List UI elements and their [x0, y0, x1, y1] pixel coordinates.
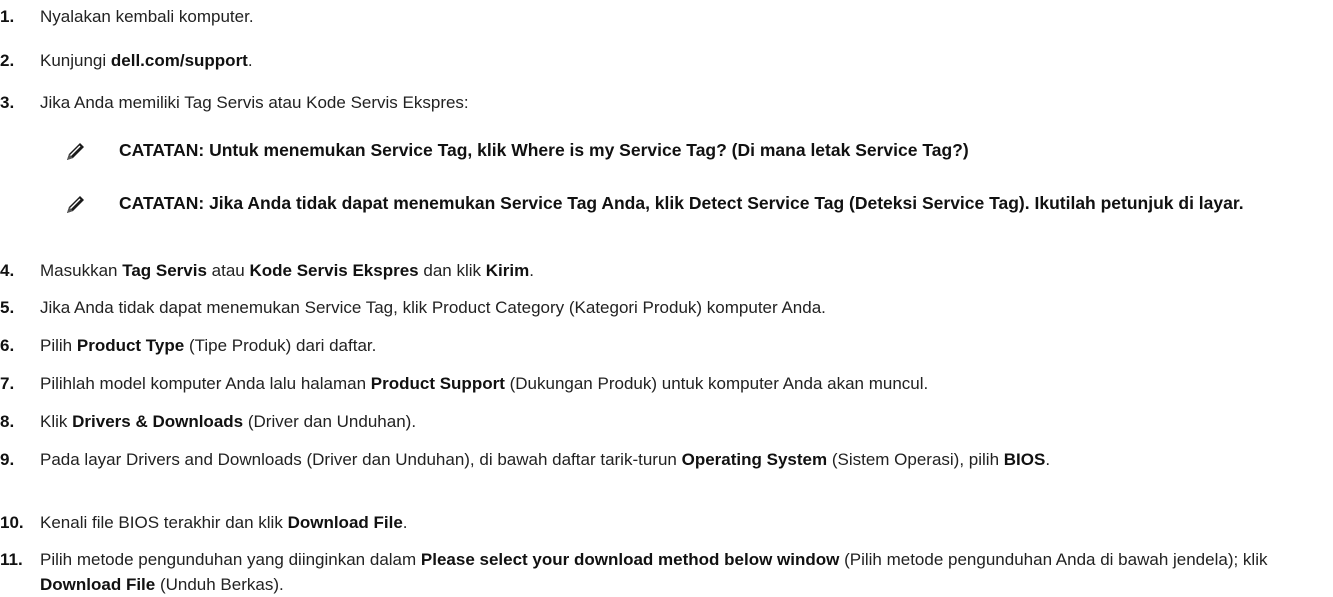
step-text: Kenali file BIOS terakhir dan klik Downl… [40, 510, 1315, 535]
step-bold-text: Please select your download method below… [420, 550, 840, 569]
step-text-part: Masukkan [40, 261, 123, 280]
step-text-part: . [529, 261, 534, 280]
step-text-part: Nyalakan kembali komputer. [40, 7, 254, 26]
step-bold-text: Download File [40, 575, 156, 594]
step-text: Pilihlah model komputer Anda lalu halama… [40, 371, 1315, 396]
step-text-part: atau [206, 261, 250, 280]
step-text: Jika Anda tidak dapat menemukan Service … [40, 295, 1315, 320]
step-number: 8. [0, 412, 15, 431]
step-number: 2. [0, 51, 15, 70]
pencil-note-icon [66, 194, 86, 214]
step-bold-text: Product Support [370, 374, 505, 393]
step-text-part: (Sistem Operasi), pilih [827, 450, 1004, 469]
step-number: 3. [0, 93, 15, 112]
step-text-part: . [247, 51, 253, 70]
step-text: Kunjungi dell.com/support. [40, 48, 1315, 73]
step-text-part: Kenali file BIOS terakhir dan klik [40, 513, 288, 532]
step-bold-text: Tag Servis [122, 261, 207, 280]
step-number: 7. [0, 374, 15, 393]
step-bold-text: Product Type [76, 336, 185, 355]
step-text-part: dan klik [418, 261, 486, 280]
step-text-part: Jika Anda tidak dapat menemukan Service … [40, 298, 826, 317]
step-text: Klik Drivers & Downloads (Driver dan Und… [40, 409, 1315, 434]
step-text: Pilih Product Type (Tipe Produk) dari da… [40, 333, 1315, 358]
step-bold-text: Kirim [485, 261, 530, 280]
step-text-part: (Unduh Berkas). [155, 575, 284, 594]
step-bold-text: Download File [287, 513, 403, 532]
step-text-part: Pilihlah model komputer Anda lalu halama… [40, 374, 371, 393]
step-number: 6. [0, 336, 15, 355]
step-text-part: Kunjungi [40, 51, 111, 70]
note-text: CATATAN: Untuk menemukan Service Tag, kl… [119, 140, 969, 160]
step-text-part: Pilih [40, 336, 77, 355]
step-bold-text: BIOS [1003, 450, 1046, 469]
step-text-part: (Driver dan Unduhan). [243, 412, 417, 431]
step-text-part: (Pilih metode pengunduhan Anda di bawah … [839, 550, 1268, 569]
support-link[interactable]: dell.com/support [111, 51, 248, 70]
step-text-part: Pada layar Drivers and Downloads (Driver… [40, 450, 682, 469]
step-text-part: (Tipe Produk) dari daftar. [184, 336, 377, 355]
step-text: Pada layar Drivers and Downloads (Driver… [40, 447, 1315, 472]
step-text: Masukkan Tag Servis atau Kode Servis Eks… [40, 258, 1315, 283]
step-text-part: . [402, 513, 408, 532]
step-number: 9. [0, 450, 15, 469]
step-number: 5. [0, 298, 15, 317]
step-bold-text: Drivers & Downloads [72, 412, 244, 431]
instruction-document: 1. Nyalakan kembali komputer. 2. Kunjung… [0, 0, 1333, 594]
step-number: 10. [0, 513, 24, 532]
pencil-note-icon [66, 141, 86, 161]
step-text-part: (Dukungan Produk) untuk komputer Anda ak… [504, 374, 929, 393]
step-text: Jika Anda memiliki Tag Servis atau Kode … [40, 90, 1315, 115]
step-text-part: Klik [40, 412, 73, 431]
step-text-part: . [1045, 450, 1051, 469]
step-text: Nyalakan kembali komputer. [40, 4, 1315, 29]
note-text: CATATAN: Jika Anda tidak dapat menemukan… [119, 193, 1244, 213]
step-number: 4. [0, 261, 15, 280]
step-bold-text: Operating System [681, 450, 828, 469]
step-text-part: Pilih metode pengunduhan yang diinginkan… [40, 550, 421, 569]
step-number: 11. [0, 550, 23, 569]
step-number: 1. [0, 7, 15, 26]
step-text: Pilih metode pengunduhan yang diinginkan… [40, 547, 1315, 597]
step-bold-text: Kode Servis Ekspres [249, 261, 419, 280]
step-text-part: Jika Anda memiliki Tag Servis atau Kode … [40, 93, 469, 112]
